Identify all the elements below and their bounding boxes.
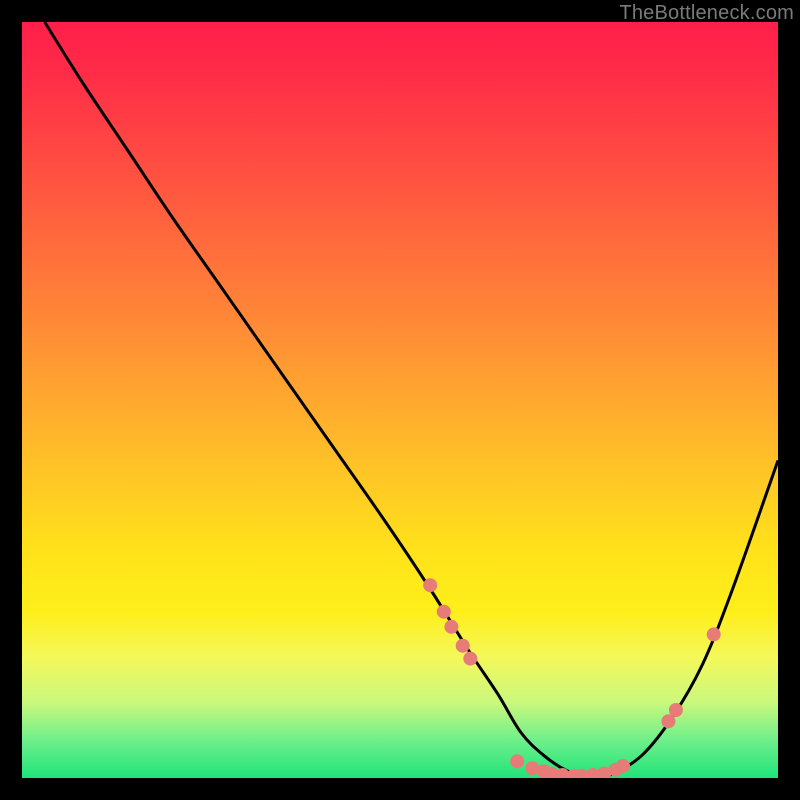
chart-frame: [22, 22, 778, 778]
bottleneck-curve: [45, 22, 778, 778]
data-marker: [437, 605, 451, 619]
data-marker: [463, 652, 477, 666]
marker-group: [423, 578, 721, 778]
watermark-text: TheBottleneck.com: [619, 2, 794, 25]
data-marker: [510, 754, 524, 768]
data-marker: [444, 620, 458, 634]
data-marker: [669, 703, 683, 717]
data-marker: [616, 759, 630, 773]
curve-layer: [22, 22, 778, 778]
plot-area: [22, 22, 778, 778]
data-marker: [456, 639, 470, 653]
data-marker: [423, 578, 437, 592]
data-marker: [707, 627, 721, 641]
